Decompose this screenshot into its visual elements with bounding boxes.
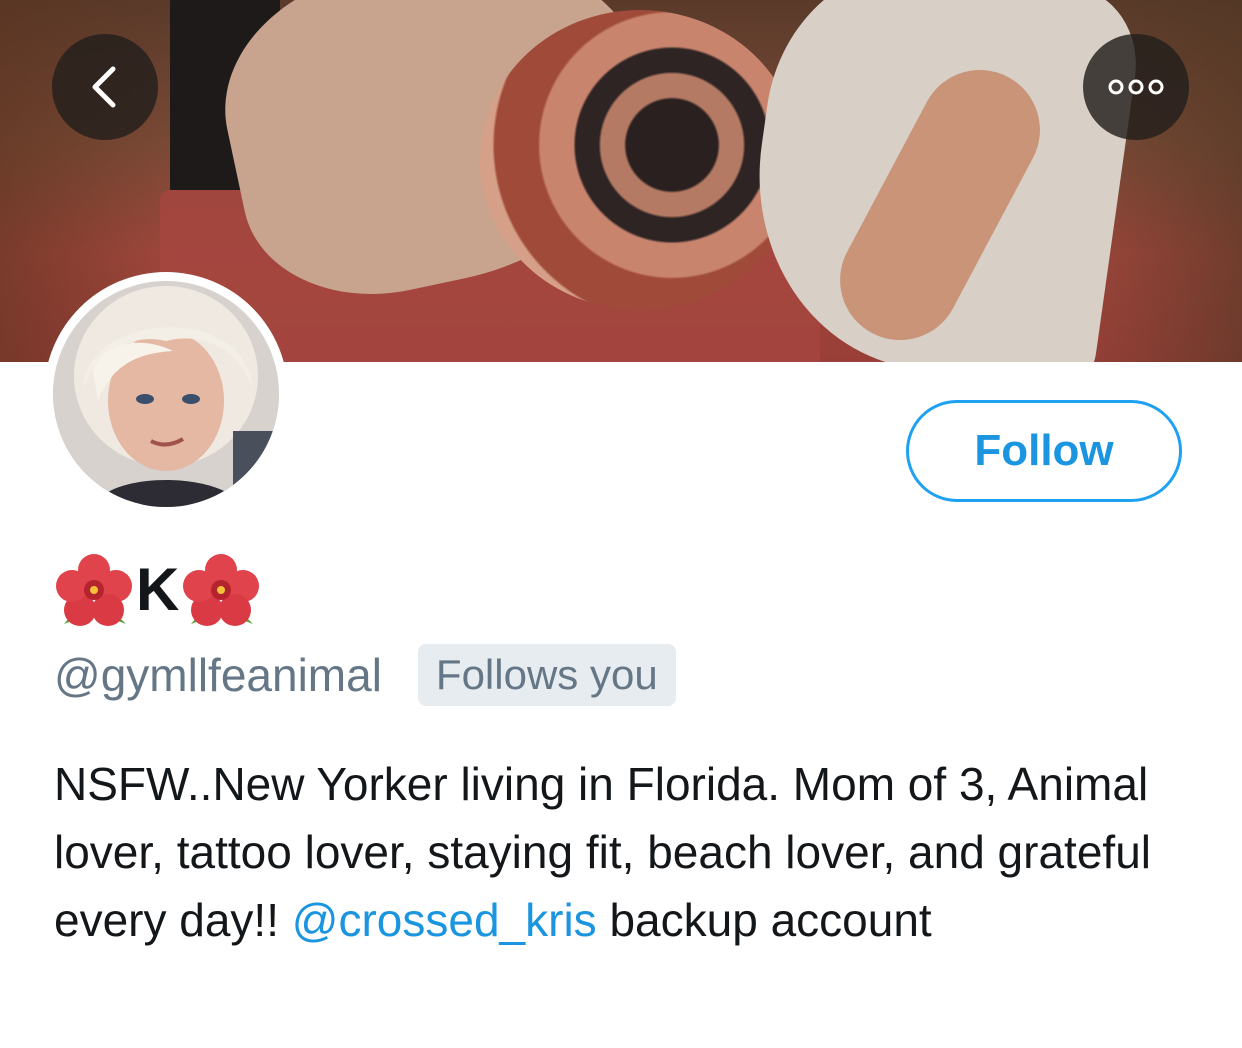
more-options-button[interactable] (1083, 34, 1189, 140)
hibiscus-icon (183, 554, 260, 626)
display-name: K (56, 550, 260, 630)
bio-mention-link[interactable]: @crossed_kris (292, 894, 597, 946)
back-button[interactable] (52, 34, 158, 140)
profile-bio: NSFW..New Yorker living in Florida. Mom … (54, 750, 1204, 954)
banner-tattoo (480, 10, 800, 310)
avatar[interactable] (44, 272, 288, 516)
handle-row: @gymllfeanimal Follows you (54, 644, 676, 706)
display-name-text: K (136, 556, 180, 623)
bio-text-end: backup account (596, 894, 932, 946)
hibiscus-icon (56, 554, 132, 626)
follow-button[interactable]: Follow (906, 400, 1182, 502)
user-handle: @gymllfeanimal (54, 649, 382, 701)
follows-you-badge: Follows you (417, 644, 676, 706)
chevron-left-icon (92, 66, 116, 108)
avatar-image (53, 281, 279, 507)
more-dots-icon (1108, 79, 1164, 95)
